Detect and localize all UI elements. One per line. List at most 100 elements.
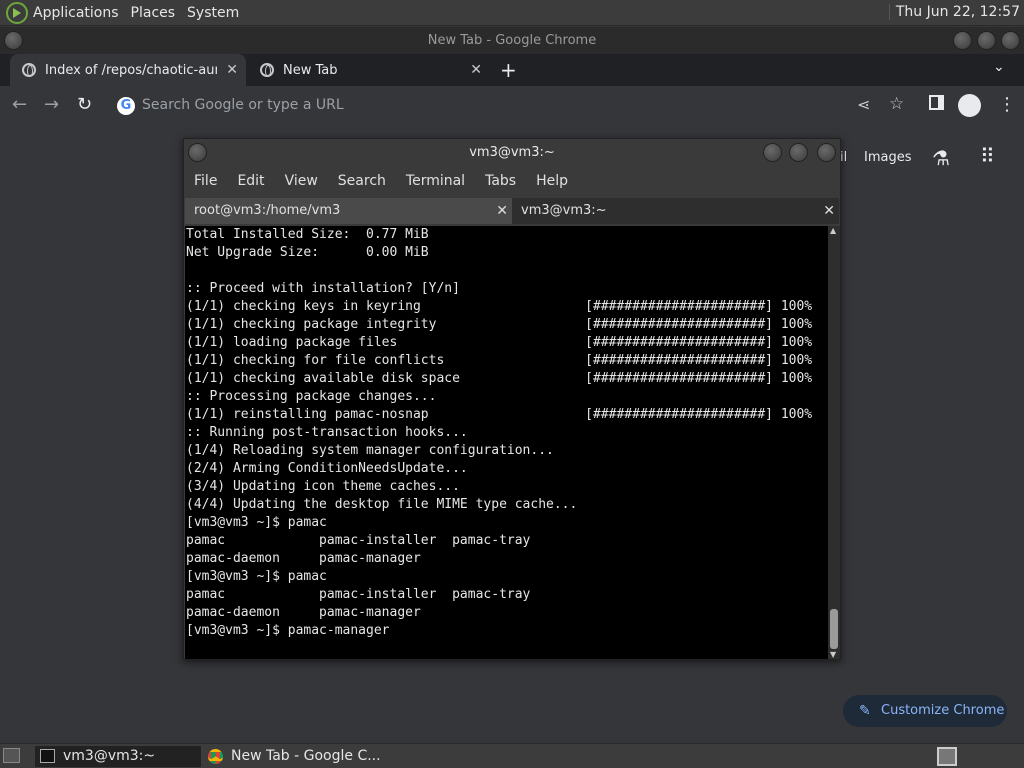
panel-clock[interactable]: Thu Jun 22, 12:57 [888,4,1020,20]
terminal-line: (1/1) reinstalling pamac-nosnap [#######… [186,407,813,422]
terminal-line: :: Proceed with installation? [Y/n] [186,281,460,296]
show-desktop-icon[interactable] [3,748,20,763]
chrome-icon [208,749,223,764]
chrome-window-title: New Tab - Google Chrome [427,33,597,48]
new-tab-button[interactable]: + [500,58,517,82]
workspace-switcher-icon[interactable] [937,747,957,766]
distro-logo-icon[interactable] [6,1,28,24]
bottom-panel: vm3@vm3:~ New Tab - Google C... [0,743,1024,768]
terminal-text: Total Installed Size: 0.77 MiB Net Upgrad… [185,226,828,640]
pencil-icon: ✎ [859,703,871,719]
customize-chrome-label: Customize Chrome [881,703,1005,718]
terminal-line: pamac-daemon pamac-manager [186,551,421,566]
terminal-menubar: File Edit View Search Terminal Tabs Help [184,166,840,196]
menu-applications[interactable]: Applications [33,5,119,21]
window-menu-icon[interactable] [188,143,207,162]
tab-new-tab[interactable]: New Tab ✕ [250,54,490,86]
terminal-line: (2/4) Arming ConditionNeedsUpdate... [186,461,468,476]
profile-avatar-icon[interactable] [958,94,981,117]
terminal-tab-label: root@vm3:/home/vm3 [194,203,341,218]
terminal-scrollbar[interactable]: ▲ ▼ [828,226,840,659]
close-icon[interactable]: ✕ [823,198,835,224]
reload-icon[interactable]: ↻ [77,94,92,115]
minimize-icon[interactable] [763,143,782,162]
terminal-line: (1/1) checking keys in keyring [########… [186,299,813,314]
menu-system[interactable]: System [187,5,239,21]
close-icon[interactable]: ✕ [226,62,238,78]
menu-terminal[interactable]: Terminal [406,173,465,189]
terminal-line: (1/1) loading package files [###########… [186,335,813,350]
menu-tabs[interactable]: Tabs [485,173,516,189]
maximize-icon[interactable] [789,143,808,162]
omnibox[interactable]: G Search Google or type a URL ⋖ ☆ [107,90,919,122]
top-panel: Applications Places System Thu Jun 22, 1… [0,0,1024,26]
terminal-line: (1/1) checking available disk space [###… [186,371,813,386]
scroll-down-icon[interactable]: ▼ [830,650,836,659]
taskbar-item-label: New Tab - Google C... [231,748,381,764]
terminal-tab-vm3[interactable]: vm3@vm3:~ ✕ [512,198,839,224]
window-menu-icon[interactable] [4,31,23,50]
tab-search-chevron-icon[interactable]: ⌄ [993,59,1005,75]
menu-places[interactable]: Places [131,5,176,21]
chrome-icon [260,63,274,77]
terminal-tab-label: vm3@vm3:~ [521,203,607,218]
menu-help[interactable]: Help [536,173,568,189]
bookmark-star-icon[interactable]: ☆ [889,94,904,114]
taskbar-item-chrome[interactable]: New Tab - Google C... [205,746,395,767]
menu-file[interactable]: File [194,173,217,189]
omnibox-input[interactable]: Search Google or type a URL [142,97,344,113]
terminal-line: [vm3@vm3 ~]$ pamac [186,569,327,584]
terminal-window: vm3@vm3:~ File Edit View Search Terminal… [183,138,841,660]
kebab-menu-icon[interactable]: ⋮ [998,94,1016,115]
terminal-window-title: vm3@vm3:~ [469,145,555,160]
terminal-output[interactable]: Total Installed Size: 0.77 MiB Net Upgrad… [185,226,828,659]
scrollbar-thumb[interactable] [830,609,838,649]
tab-chaotic-aur[interactable]: Index of /repos/chaotic-aur/x8 ✕ [10,54,246,86]
terminal-line: [vm3@vm3 ~]$ pamac [186,515,327,530]
forward-icon[interactable]: → [44,94,59,115]
terminal-line: Net Upgrade Size: 0.00 MiB [186,245,429,260]
taskbar-item-label: vm3@vm3:~ [63,748,156,764]
customize-chrome-button[interactable]: ✎ Customize Chrome [843,695,1007,727]
terminal-line: (4/4) Updating the desktop file MIME typ… [186,497,578,512]
close-window-icon[interactable] [1001,31,1020,50]
menu-edit[interactable]: Edit [237,173,264,189]
terminal-line: (1/1) checking package integrity [######… [186,317,813,332]
share-icon[interactable]: ⋖ [857,95,870,114]
close-icon[interactable]: ✕ [496,198,508,224]
terminal-line: pamac pamac-installer pamac-tray [186,533,531,548]
tab-title: Index of /repos/chaotic-aur/x8 [45,62,217,78]
taskbar-item-terminal[interactable]: vm3@vm3:~ [35,746,201,767]
terminal-tab-root[interactable]: root@vm3:/home/vm3 ✕ [185,198,512,224]
terminal-line: pamac-daemon pamac-manager [186,605,421,620]
tab-title: New Tab [283,62,338,78]
google-icon: G [117,97,135,115]
close-icon[interactable]: ✕ [470,62,482,78]
globe-icon [22,63,36,77]
side-panel-icon[interactable] [929,95,944,110]
images-link[interactable]: Images [864,150,912,165]
terminal-line: [vm3@vm3 ~]$ pamac-manager [186,623,390,638]
terminal-line: (1/1) checking for file conflicts [#####… [186,353,813,368]
back-icon[interactable]: ← [12,94,27,115]
terminal-line: Total Installed Size: 0.77 MiB [186,227,429,242]
terminal-tab-bar: root@vm3:/home/vm3 ✕ vm3@vm3:~ ✕ [184,196,840,226]
close-window-icon[interactable] [817,143,836,162]
maximize-icon[interactable] [977,31,996,50]
menu-view[interactable]: View [285,173,318,189]
gmail-link[interactable]: il [840,150,847,165]
menu-search[interactable]: Search [338,173,386,189]
apps-grid-icon[interactable]: ⠿ [980,144,995,168]
terminal-line: (1/4) Reloading system manager configura… [186,443,554,458]
tab-strip: Index of /repos/chaotic-aur/x8 ✕ New Tab… [0,54,1024,86]
terminal-titlebar[interactable]: vm3@vm3:~ [184,139,840,166]
chrome-titlebar[interactable]: New Tab - Google Chrome [0,27,1024,54]
terminal-line: :: Processing package changes... [186,389,437,404]
terminal-line: pamac pamac-installer pamac-tray [186,587,531,602]
scroll-up-icon[interactable]: ▲ [830,226,836,235]
terminal-line: (3/4) Updating icon theme caches... [186,479,460,494]
labs-flask-icon[interactable]: ⚗ [932,146,950,170]
minimize-icon[interactable] [953,31,972,50]
terminal-line: :: Running post-transaction hooks... [186,425,468,440]
